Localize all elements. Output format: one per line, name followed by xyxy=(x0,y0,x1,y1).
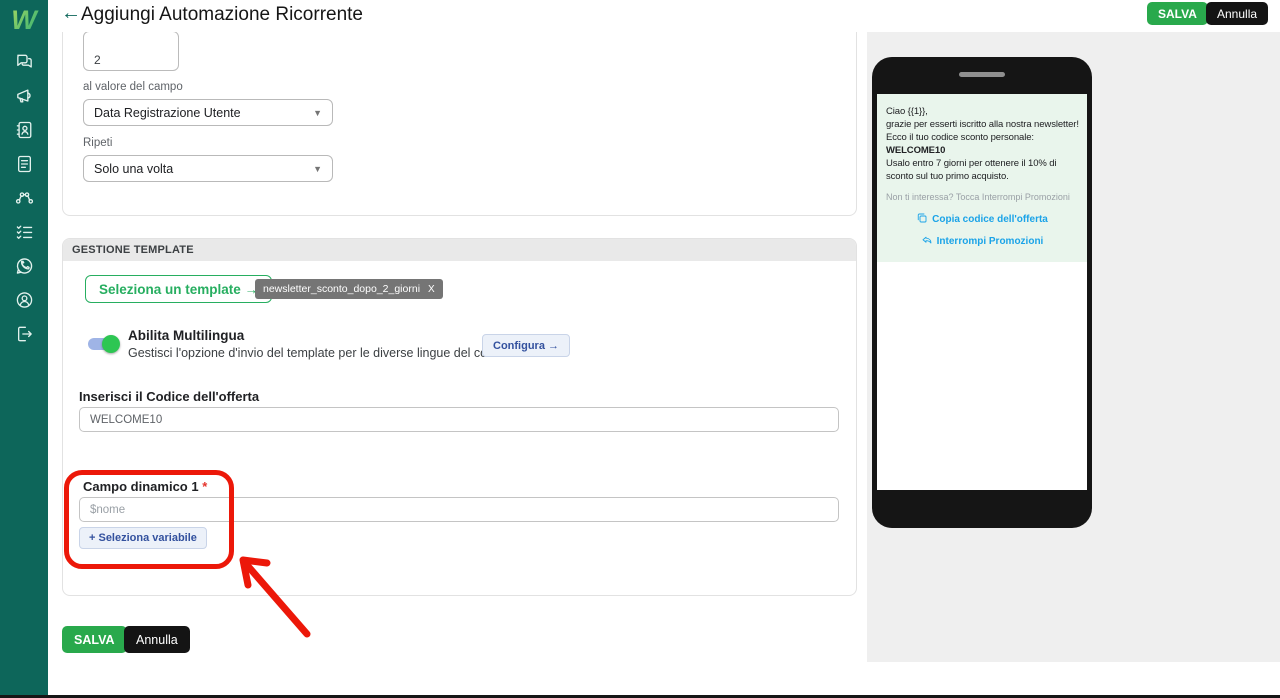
configure-button[interactable]: Configura → xyxy=(482,334,570,357)
repeat-select[interactable]: Solo una volta ▼ xyxy=(83,155,333,182)
phone-screen: Ciao {{1}}, grazie per esserti iscritto … xyxy=(877,94,1087,490)
template-chip-label: newsletter_sconto_dopo_2_giorni xyxy=(263,283,421,295)
message-greeting: Ciao {{1}}, xyxy=(886,106,928,117)
multilingual-title: Abilita Multilingua xyxy=(128,328,245,343)
field-select-value: Data Registrazione Utente xyxy=(94,105,241,120)
contacts-book-icon xyxy=(14,120,35,145)
timing-card: al valore del campo Data Registrazione U… xyxy=(62,22,857,216)
copy-code-button[interactable]: Copia codice dell'offerta xyxy=(916,212,1048,227)
footer-save-button[interactable]: SALVA xyxy=(62,626,127,653)
message-preview: Ciao {{1}}, grazie per esserti iscritto … xyxy=(877,94,1087,262)
phone-mockup: Ciao {{1}}, grazie per esserti iscritto … xyxy=(872,57,1092,528)
header-save-button[interactable]: SALVA xyxy=(1147,2,1208,25)
back-arrow-icon[interactable]: ← xyxy=(61,2,81,25)
sidebar-nav xyxy=(0,54,48,347)
sidebar-item-contacts[interactable] xyxy=(13,120,35,145)
message-line: Ecco il tuo codice sconto personale: xyxy=(886,132,1034,143)
header-cancel-button[interactable]: Annulla xyxy=(1206,2,1269,25)
sidebar-item-whatsapp[interactable] xyxy=(13,258,35,279)
page-title: Aggiungi Automazione Ricorrente xyxy=(81,4,364,25)
sidebar-item-documents[interactable] xyxy=(13,154,35,179)
sidebar-item-broadcast[interactable] xyxy=(13,88,35,109)
offer-code-input[interactable] xyxy=(79,407,839,432)
message-footer-note: Non ti interessa? Tocca Interrompi Promo… xyxy=(886,192,1070,202)
template-section-header: GESTIONE TEMPLATE xyxy=(63,239,856,261)
message-line: Usalo entro 7 giorni per ottenere il 10%… xyxy=(886,158,1057,182)
message-code: WELCOME10 xyxy=(886,145,946,156)
megaphone-icon xyxy=(14,86,35,111)
repeat-label: Ripeti xyxy=(83,137,113,149)
sidebar: W xyxy=(0,0,48,696)
dynamic-field-input[interactable] xyxy=(79,497,839,522)
reply-arrow-icon xyxy=(921,234,933,249)
dynamic-field-label: Campo dinamico 1 * xyxy=(83,479,208,494)
interval-value-input[interactable] xyxy=(83,31,179,71)
multilingual-toggle[interactable] xyxy=(86,335,120,353)
copy-icon xyxy=(916,212,928,227)
toggle-thumb xyxy=(102,335,120,353)
repeat-select-value: Solo una volta xyxy=(94,161,174,176)
required-asterisk: * xyxy=(202,479,208,494)
chat-icon xyxy=(14,52,35,77)
message-buttons: Copia codice dell'offerta Interrompi Pro… xyxy=(886,212,1078,249)
template-chip: newsletter_sconto_dopo_2_giorni X xyxy=(255,279,443,299)
sidebar-item-chat[interactable] xyxy=(13,54,35,75)
chip-close-icon[interactable]: X xyxy=(428,284,435,295)
chevron-down-icon: ▼ xyxy=(313,107,322,118)
whatsapp-icon xyxy=(14,256,35,281)
phone-speaker xyxy=(959,72,1005,77)
offer-code-label: Inserisci il Codice dell'offerta xyxy=(79,389,260,404)
select-template-button[interactable]: Seleziona un template → xyxy=(85,275,273,303)
sidebar-item-account[interactable] xyxy=(13,292,35,313)
sidebar-item-logout[interactable] xyxy=(13,326,35,347)
field-select[interactable]: Data Registrazione Utente ▼ xyxy=(83,99,333,126)
chevron-down-icon: ▼ xyxy=(313,163,322,174)
field-of-value-label: al valore del campo xyxy=(83,81,183,93)
select-variable-button[interactable]: + Seleziona variabile xyxy=(79,527,207,549)
message-line: grazie per esserti iscritto alla nostra … xyxy=(886,119,1079,130)
page-header: ← Aggiungi Automazione Ricorrente SALVA … xyxy=(48,0,1280,32)
footer-cancel-button[interactable]: Annulla xyxy=(124,626,190,653)
multilingual-description: Gestisci l'opzione d'invio del template … xyxy=(128,346,519,360)
stop-promotions-button[interactable]: Interrompi Promozioni xyxy=(921,234,1043,249)
template-card: GESTIONE TEMPLATE Seleziona un template … xyxy=(62,238,857,596)
checklist-icon xyxy=(14,222,35,247)
logout-icon xyxy=(14,324,35,349)
sidebar-item-automations[interactable] xyxy=(13,190,35,211)
sidebar-item-lists[interactable] xyxy=(13,224,35,245)
flow-nodes-icon xyxy=(14,188,35,213)
app-logo[interactable]: W xyxy=(0,5,48,36)
document-icon xyxy=(14,154,35,179)
account-icon xyxy=(14,290,35,315)
